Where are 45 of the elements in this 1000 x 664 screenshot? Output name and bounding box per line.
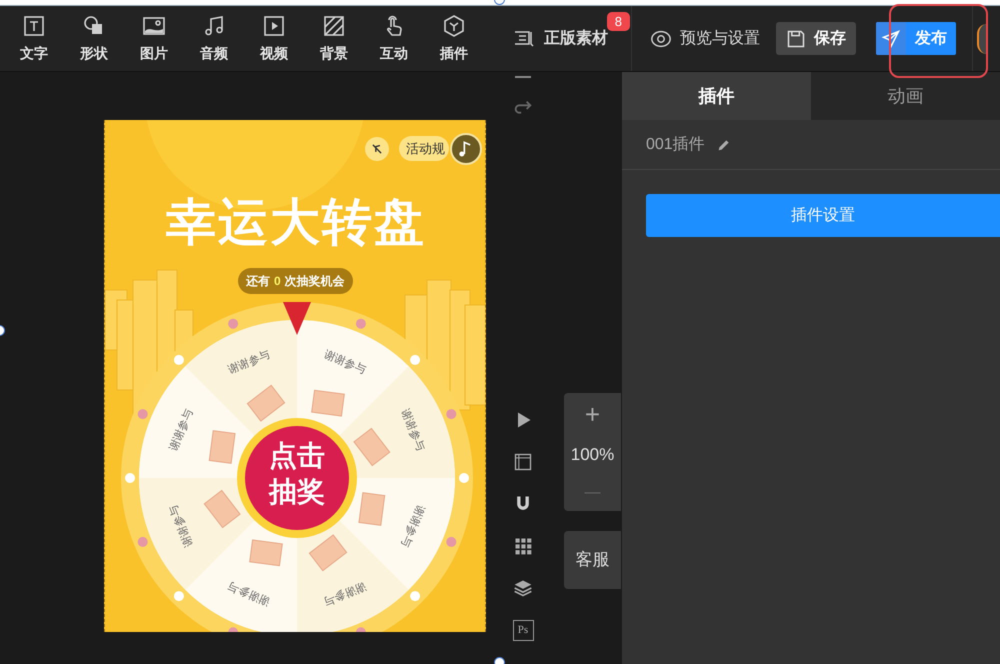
prize-label: 谢谢参与 xyxy=(226,580,272,608)
prize-label: 谢谢参与 xyxy=(168,408,196,453)
zoom-level: 100% xyxy=(570,444,614,466)
preview-settings-button[interactable]: 预览与设置 xyxy=(650,26,760,50)
photoshop-import-button[interactable]: Ps xyxy=(512,620,534,641)
count-badge: 8 xyxy=(606,12,630,31)
customer-service-button[interactable]: 客服 xyxy=(564,531,621,589)
panel-tab[interactable]: 插件 xyxy=(622,72,811,120)
save-button[interactable]: 保存 xyxy=(776,22,856,55)
prize-label: 谢谢参与 xyxy=(168,503,196,548)
toolbar-button[interactable]: 音频 xyxy=(184,14,244,64)
assets-button[interactable]: 正版素材 8 xyxy=(512,6,628,71)
toolbar-button[interactable]: 互动 xyxy=(364,14,424,64)
plugin-name: 001插件 xyxy=(646,134,705,154)
wheel-title: 幸运大转盘 xyxy=(165,193,427,252)
text-box-icon xyxy=(22,14,46,38)
ruler-frame-icon[interactable] xyxy=(513,452,533,472)
chances-text: 还有 xyxy=(246,273,270,290)
toolbar-button[interactable]: 插件 xyxy=(424,14,484,64)
toolbar-button[interactable]: 视频 xyxy=(244,14,304,64)
edit-icon[interactable] xyxy=(716,138,731,152)
panel-tab[interactable]: 动画 xyxy=(811,72,1000,120)
toolbar-button[interactable]: 形状 xyxy=(64,14,124,64)
toolbar-button[interactable]: 背景 xyxy=(304,14,364,64)
layers-icon[interactable] xyxy=(513,578,533,598)
chances-text: 次抽奖机会 xyxy=(284,273,345,290)
prize-label: 谢谢参与 xyxy=(398,503,426,548)
zoom-in-button[interactable]: + xyxy=(584,401,600,427)
hexagon-icon xyxy=(442,14,466,38)
chances-count: 0 xyxy=(274,273,281,290)
paper-plane-icon xyxy=(881,28,901,48)
plugin-logo-icon xyxy=(977,24,987,54)
mute-button[interactable] xyxy=(365,137,389,161)
music-note-icon xyxy=(202,14,226,38)
prize-label: 谢谢参与 xyxy=(226,348,272,376)
toolbar-button[interactable]: 文字 xyxy=(4,14,64,64)
prize-label: 谢谢参与 xyxy=(322,580,368,608)
prize-label: 谢谢参与 xyxy=(398,408,426,453)
toolbar-button[interactable]: 图片 xyxy=(124,14,184,64)
prize-label: 谢谢参与 xyxy=(322,348,368,376)
grid-icon[interactable] xyxy=(513,536,533,556)
play-box-icon xyxy=(262,14,286,38)
music-button[interactable] xyxy=(450,133,482,165)
rules-button[interactable]: 活动规 xyxy=(399,136,449,161)
hatched-square-icon xyxy=(322,14,346,38)
